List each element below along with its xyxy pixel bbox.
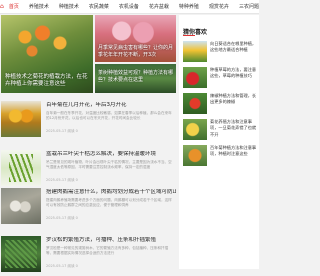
hero-top-right-caption[interactable]: 月季常见病虫害有哪些？让你的月季花年年开花不断，开3次	[98, 45, 173, 58]
nav-item-machinery[interactable]: 农机设备	[114, 3, 144, 10]
hero-bottom-right-caption[interactable]: 茶树种植效益可观？种植方法有哪些？技术要点在这里	[98, 70, 173, 83]
sidebar-thumbnail[interactable]	[183, 119, 207, 140]
sidebar-item[interactable]: 菊花养殖方法和注意事项，一旦菊花弄错了也就不开	[183, 119, 259, 147]
article-desc: 搭建肉鹅养殖场需要考虑多个方面的问题，肉鹅棚可以划分成若干个区域，这样可以有效防…	[46, 198, 172, 207]
nav-item-special-breeding[interactable]: 特种养殖	[174, 3, 204, 10]
hero-top-right-banner[interactable]: 月季常见病虫害有哪些？让你的月季花年年开花不断，开3次	[95, 15, 176, 62]
sidebar-thumbnail[interactable]	[183, 145, 207, 166]
sidebar-item-title[interactable]: 百年菊种植方法和注意事项，种植时注意这些	[210, 145, 259, 164]
article-item[interactable]: 盆栽吊兰叶尖干枯怎么解决，要保持温暖环境 吊兰是常见的观叶植物，叶片会出现叶尖干…	[1, 150, 176, 190]
hero-bottom-right-banner[interactable]: 茶树种植效益可观？种植方法有哪些？技术要点在这里	[95, 64, 176, 93]
sidebar-thumbnail[interactable]	[183, 93, 207, 114]
nav-item-breeding[interactable]: 养殖技术	[24, 3, 54, 10]
nav-item-planting[interactable]: 种植技术	[54, 3, 84, 10]
article-title[interactable]: 盆栽吊兰叶尖干枯怎么解决，要保持温暖环境	[46, 151, 176, 158]
top-nav: ⌂ 首页 养殖技术 种植技术 农民蔬菜 农机设备 花卉盆栽 特种养殖 观赏花卉 …	[0, 0, 259, 14]
hero-flower-image	[11, 21, 81, 61]
sidebar-recommendations: 猜你喜欢 向日葵适合在哪里种植，这些地方最适合种植 种植草莓的方法，要注意这些，…	[179, 15, 259, 269]
sidebar-item-title[interactable]: 向日葵适合在哪里种植，这些地方最适合种植	[210, 41, 259, 60]
article-item[interactable]: 罗汉松的繁殖方法，可播种、压条和扦插繁殖 罗汉松是一种常见的观赏树木，它的繁殖方…	[1, 236, 176, 276]
article-thumbnail[interactable]	[1, 101, 41, 137]
nav-item-ornamental-flowers[interactable]: 观赏花卉	[204, 3, 234, 10]
sidebar-item[interactable]: 百年菊种植方法和注意事项，种植时注意这些	[183, 145, 259, 173]
article-meta: 2025-05-17 阅读 0	[46, 178, 78, 182]
nav-item-home[interactable]: 首页	[4, 3, 24, 10]
spider-plant-image	[9, 154, 33, 182]
article-desc: 百年菊一般在冬季开花，对温度比较敏感，如果在春季以后种植，那么会在来年的12月份…	[46, 111, 172, 120]
article-thumbnail[interactable]	[1, 188, 41, 224]
article-thumbnail[interactable]	[1, 236, 41, 272]
article-desc: 罗汉松是一种常见的观赏树木，它的繁殖方法有多种，包括播种、压条和扦插等，需要根据…	[46, 246, 169, 255]
sidebar-item[interactable]: 种植草莓的方法，要注意这些，草莓的种植技巧	[183, 67, 259, 95]
article-title[interactable]: 罗汉松的繁殖方法，可播种、压条和扦插繁殖	[46, 237, 176, 244]
hero-main-banner[interactable]: 种植技术之菊花的植栽方法，在花卉种植上你需要注意这些	[1, 15, 93, 93]
article-meta: 2025-05-17 阅读 0	[46, 129, 78, 133]
nav-item-vegetables[interactable]: 农民蔬菜	[84, 3, 114, 10]
article-meta: 2025-05-17 阅读 0	[46, 264, 78, 268]
sidebar-item-title[interactable]: 种植草莓的方法，要注意这些，草莓的种植技巧	[210, 67, 259, 86]
nav-item-rural-issues[interactable]: 三农问题	[234, 3, 264, 10]
article-item[interactable]: 搭建肉鹅需注意什么，肉鹅均划分成若干个区域可防止应激反应 搭建肉鹅养殖场需要考虑…	[1, 188, 176, 228]
sidebar-heading-underline	[183, 35, 195, 36]
main-content: 种植技术之菊花的植栽方法，在花卉种植上你需要注意这些 月季常见病虫害有哪些？让你…	[0, 15, 176, 272]
article-desc: 吊兰是常见的观叶植物，叶片会出现叶尖干枯的情况，主要是因为浇水不当、空气湿度太低…	[46, 160, 172, 169]
hero-main-caption[interactable]: 种植技术之菊花的植栽方法，在花卉种植上你需要注意这些	[5, 74, 89, 88]
podocarpus-image	[5, 240, 37, 268]
marigold-image	[7, 109, 35, 123]
article-meta: 2025-05-17 阅读 0	[46, 216, 78, 220]
article-title[interactable]: 搭建肉鹅需注意什么，肉鹅均划分成若干个区域可防止应激反应	[46, 189, 176, 196]
article-item[interactable]: 百年菊在几月开花，年后3月开花 百年菊一般在冬季开花，对温度比较敏感，如果在春季…	[1, 101, 176, 141]
sidebar-thumbnail[interactable]	[183, 41, 207, 62]
nav-item-potted-flowers[interactable]: 花卉盆栽	[144, 3, 174, 10]
article-title[interactable]: 百年菊在几月开花，年后3月开花	[46, 102, 176, 109]
sidebar-thumbnail[interactable]	[183, 67, 207, 88]
sidebar-item-title[interactable]: 辣椒种植方法和管理，长出更多的辣椒	[210, 93, 259, 112]
article-thumbnail[interactable]	[1, 150, 41, 186]
sidebar-item[interactable]: 向日葵适合在哪里种植，这些地方最适合种植	[183, 41, 259, 69]
sidebar-item[interactable]: 辣椒种植方法和管理，长出更多的辣椒	[183, 93, 259, 121]
sidebar-item-title[interactable]: 菊花养殖方法和注意事项，一旦菊花弄错了也就不开	[210, 119, 259, 138]
geese-image	[7, 198, 35, 214]
